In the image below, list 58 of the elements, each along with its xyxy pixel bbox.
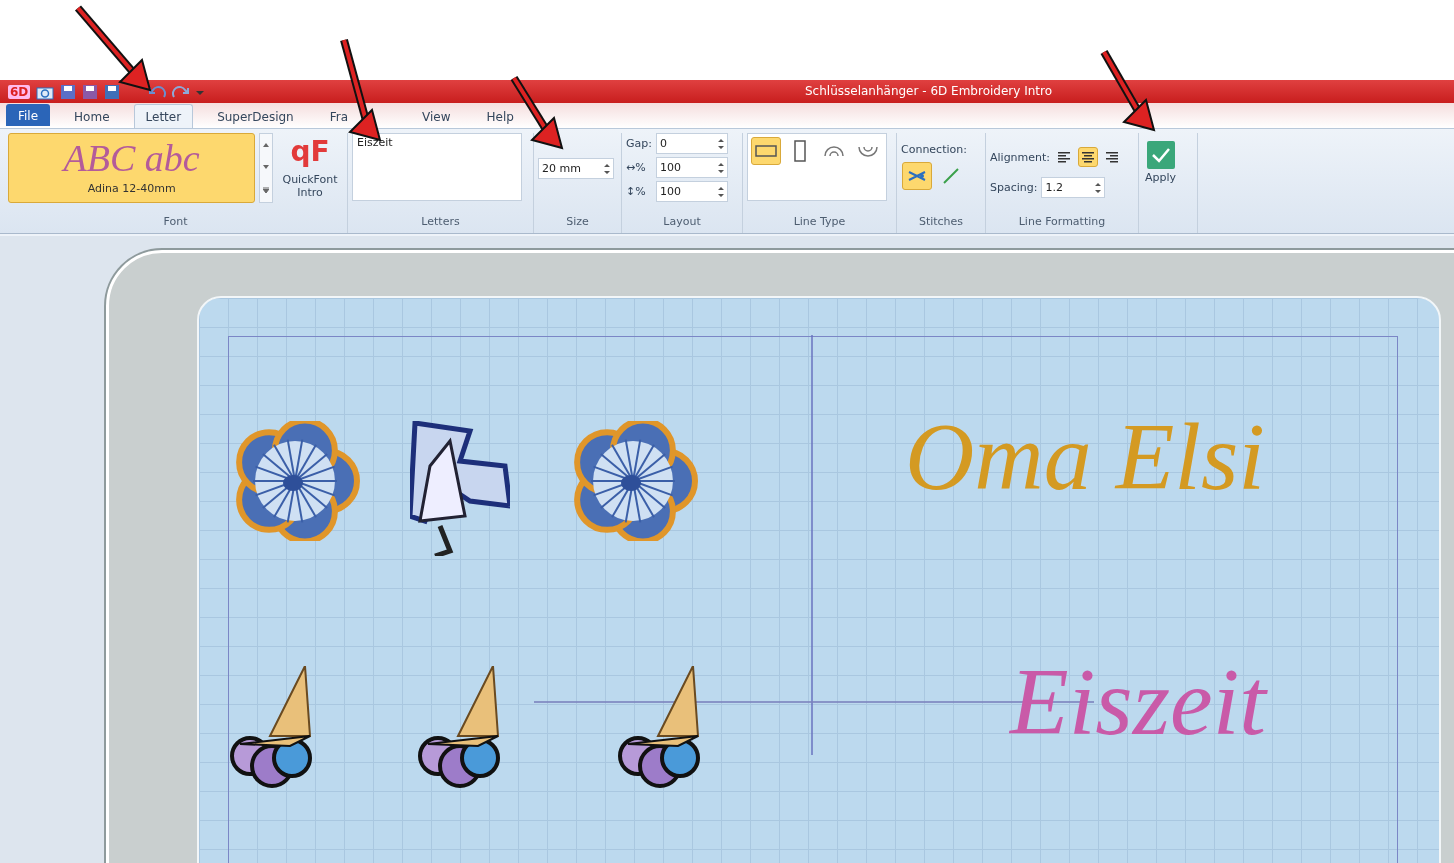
- spacing-spin-field[interactable]: 1.2: [1041, 177, 1106, 198]
- embroidered-lettering: Eiszeit: [1010, 647, 1266, 757]
- letters-input-field[interactable]: Eiszeit: [352, 133, 522, 201]
- scroll-down-icon[interactable]: [263, 165, 270, 169]
- align-center-icon: [1082, 151, 1095, 163]
- expand-icon[interactable]: [263, 187, 270, 193]
- gallery-scroller[interactable]: [259, 133, 273, 203]
- spin-arrows-icon[interactable]: [717, 137, 724, 150]
- group-label: Stitches: [917, 215, 965, 230]
- quickfont-button[interactable]: qF QuickFont Intro: [277, 133, 343, 215]
- font-sample: ABC abc: [63, 136, 200, 181]
- spin-arrows-icon[interactable]: [604, 162, 610, 175]
- width-spin-field[interactable]: 100: [656, 157, 728, 178]
- group-label: Layout: [662, 215, 702, 230]
- scroll-up-icon[interactable]: [263, 143, 270, 147]
- font-name: Adina 12-40mm: [87, 182, 176, 195]
- ribbon-tab[interactable]: Letter: [133, 104, 194, 128]
- field-label: Alignment:: [990, 150, 1051, 164]
- spin-arrows-icon[interactable]: [718, 161, 724, 174]
- undo-icon[interactable]: [148, 84, 167, 99]
- field-label: Spacing:: [990, 181, 1038, 194]
- arch-down-icon: [858, 145, 878, 157]
- group-label: Letters: [420, 215, 461, 230]
- group-label: Line Formatting: [1017, 215, 1107, 230]
- diagonal-line-icon: [941, 167, 960, 185]
- spin-arrows-icon[interactable]: [718, 185, 724, 198]
- field-label: Gap:: [626, 137, 652, 150]
- file-menu-button[interactable]: File: [6, 104, 51, 126]
- group-label: Font: [162, 215, 189, 230]
- spin-arrows-icon[interactable]: [1095, 181, 1102, 194]
- line-type-button[interactable]: [751, 137, 781, 165]
- checkmark-icon: [1150, 147, 1171, 163]
- arch-icon: [824, 145, 844, 157]
- alignment-button[interactable]: [1078, 147, 1099, 167]
- gap-spin-field[interactable]: 0: [655, 133, 728, 154]
- ribbon-tab[interactable]: View: [410, 104, 463, 128]
- align-right-icon: [1106, 151, 1119, 163]
- scissors-icon: [907, 169, 926, 183]
- stitch-button[interactable]: [901, 162, 932, 190]
- ribbon-tab[interactable]: Help: [474, 104, 526, 128]
- align-left-icon: [1058, 151, 1071, 163]
- save-icon[interactable]: [60, 83, 77, 100]
- save-as-icon[interactable]: [82, 83, 99, 100]
- apply-button[interactable]: Apply: [1143, 133, 1179, 233]
- embroidered-lettering: Oma Elsi: [905, 402, 1265, 512]
- ribbon-tab[interactable]: SuperDesign: [205, 104, 306, 128]
- window-title: Schlüsselanhänger - 6D Embroidery Intro: [805, 84, 1053, 98]
- save-icon[interactable]: [104, 83, 121, 100]
- group-label: Line Type: [792, 215, 847, 230]
- field-label: ↕%: [626, 185, 647, 198]
- ribbon-tab[interactable]: Home: [62, 104, 122, 128]
- height-spin-field[interactable]: 100: [656, 181, 728, 202]
- app-logo: 6D: [8, 84, 31, 99]
- font-preview-tile[interactable]: ABC abc Adina 12-40mm: [8, 133, 256, 203]
- group-label: Size: [565, 215, 590, 230]
- field-label: ↔%: [626, 161, 647, 174]
- size-spin-field[interactable]: 20 mm: [538, 158, 614, 179]
- field-label: Connection:: [901, 143, 967, 156]
